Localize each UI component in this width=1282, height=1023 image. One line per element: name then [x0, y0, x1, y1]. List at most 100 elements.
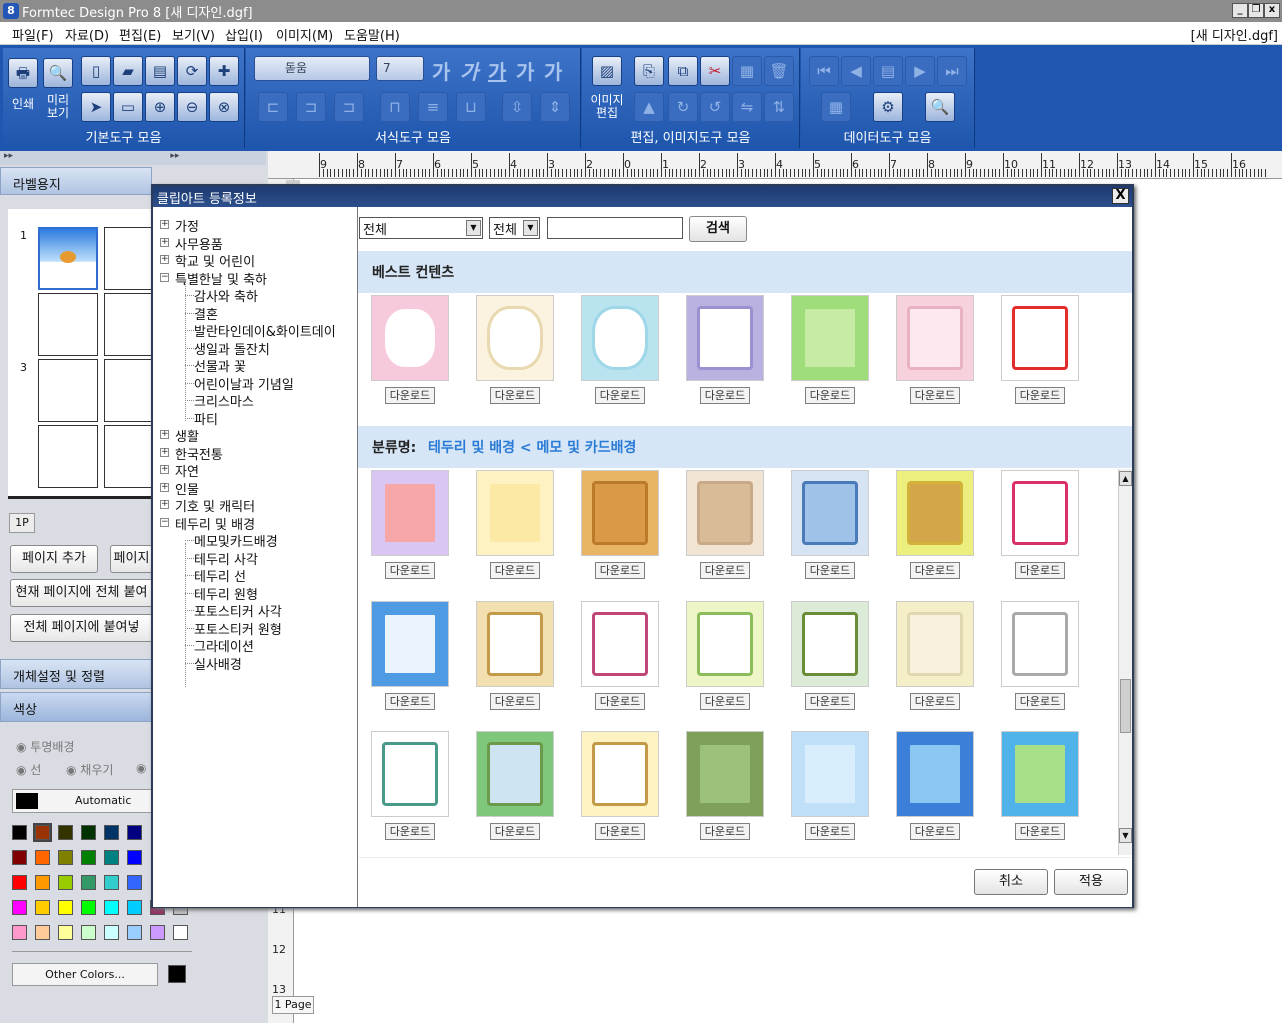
rotate-left-icon[interactable]: ↺ — [700, 92, 730, 122]
clipart-thumbnail[interactable] — [896, 295, 974, 381]
color-swatch[interactable] — [173, 925, 188, 940]
expand-icon[interactable]: + — [160, 482, 169, 492]
download-button[interactable]: 다운로드 — [595, 562, 645, 579]
delete-icon[interactable]: 🗑 — [764, 56, 794, 86]
download-button[interactable]: 다운로드 — [385, 693, 435, 710]
clipart-thumbnail[interactable] — [791, 731, 869, 817]
zoom-in-icon[interactable]: ⊕ — [145, 92, 175, 122]
page-tab-1[interactable]: 1P — [9, 513, 35, 533]
download-button[interactable]: 다운로드 — [385, 387, 435, 404]
clipart-thumbnail[interactable] — [791, 295, 869, 381]
expand-icon[interactable]: + — [160, 500, 169, 509]
cut-icon[interactable]: ✂ — [700, 56, 730, 86]
clipart-thumbnail[interactable] — [371, 295, 449, 381]
label-cell-selected[interactable] — [38, 227, 98, 290]
tree-subcategory[interactable]: 그라데이션 — [194, 636, 254, 655]
expand-icon[interactable]: + — [160, 255, 169, 264]
label-cell[interactable] — [38, 293, 98, 356]
download-button[interactable]: 다운로드 — [805, 693, 855, 710]
color-swatch[interactable] — [35, 850, 50, 865]
download-button[interactable]: 다운로드 — [1015, 562, 1065, 579]
zoom-fit-icon[interactable]: ⊗ — [209, 92, 239, 122]
paste-all-pages-button[interactable]: 전체 페이지에 붙여넣 — [10, 614, 152, 642]
clipart-thumbnail[interactable] — [1001, 295, 1079, 381]
align-middle-icon[interactable]: ≡ — [418, 92, 448, 122]
clipart-thumbnail[interactable] — [476, 731, 554, 817]
color-swatch[interactable] — [104, 825, 119, 840]
tree-category[interactable]: 테두리 및 배경 — [175, 514, 255, 533]
close-button[interactable]: x — [1264, 3, 1280, 18]
download-button[interactable]: 다운로드 — [385, 823, 435, 840]
clipart-thumbnail[interactable] — [791, 601, 869, 687]
clipart-thumbnail[interactable] — [476, 295, 554, 381]
expand-icon[interactable]: + — [160, 237, 169, 247]
download-button[interactable]: 다운로드 — [595, 823, 645, 840]
download-button[interactable]: 다운로드 — [1015, 823, 1065, 840]
object-settings-header[interactable]: 개체설정 및 정렬 — [0, 659, 152, 689]
clipart-thumbnail[interactable] — [686, 470, 764, 556]
download-button[interactable]: 다운로드 — [805, 387, 855, 404]
menu-view[interactable]: 보기(V) — [172, 25, 215, 44]
outline-icon[interactable]: 가 — [544, 56, 562, 85]
clipart-thumbnail[interactable] — [1001, 470, 1079, 556]
clipart-thumbnail[interactable] — [896, 470, 974, 556]
zoom-out-icon[interactable]: ⊖ — [177, 92, 207, 122]
scroll-thumb[interactable] — [1120, 679, 1131, 733]
cancel-button[interactable]: 취소 — [974, 869, 1048, 895]
refresh-icon[interactable]: ⟳ — [177, 56, 207, 86]
clipart-thumbnail[interactable] — [686, 601, 764, 687]
color-swatch[interactable] — [12, 900, 27, 915]
page-tab-bottom[interactable]: 1 Page — [272, 996, 314, 1014]
insert-file-icon[interactable]: ✚ — [209, 56, 239, 86]
menu-help[interactable]: 도움말(H) — [344, 25, 400, 44]
tree-category[interactable]: 기호 및 캐릭터 — [175, 496, 255, 515]
clipart-thumbnail[interactable] — [581, 295, 659, 381]
tree-subcategory[interactable]: 파티 — [194, 409, 218, 428]
font-name-select[interactable]: 돋움 — [254, 56, 370, 81]
clipart-thumbnail[interactable] — [371, 731, 449, 817]
data-prev-icon[interactable]: ◀ — [841, 56, 871, 86]
menu-insert[interactable]: 삽입(I) — [225, 25, 263, 44]
data-first-icon[interactable]: ⏮ — [809, 56, 839, 86]
tree-subcategory[interactable]: 테두리 사각 — [194, 549, 258, 568]
download-button[interactable]: 다운로드 — [490, 387, 540, 404]
tree-category[interactable]: 가정 — [175, 216, 199, 235]
tree-category[interactable]: 한국전통 — [175, 444, 223, 463]
download-button[interactable]: 다운로드 — [910, 823, 960, 840]
download-button[interactable]: 다운로드 — [700, 823, 750, 840]
automatic-color-button[interactable]: Automatic — [12, 789, 152, 813]
color-swatch[interactable] — [58, 900, 73, 915]
minimize-button[interactable]: _ — [1232, 3, 1248, 18]
download-button[interactable]: 다운로드 — [490, 823, 540, 840]
expand-icon[interactable]: + — [160, 465, 169, 474]
page-button-2[interactable]: 페이지 — [110, 545, 152, 573]
flip-horizontal-icon[interactable]: ⇋ — [732, 92, 762, 122]
color-header[interactable]: 색상 — [0, 692, 152, 722]
menu-edit[interactable]: 편집(E) — [119, 25, 161, 44]
color-swatch[interactable] — [127, 875, 142, 890]
tree-subcategory[interactable]: 테두리 원형 — [194, 584, 258, 603]
collapse-icon[interactable]: − — [160, 517, 169, 527]
download-button[interactable]: 다운로드 — [595, 693, 645, 710]
color-swatch[interactable] — [81, 850, 96, 865]
tree-subcategory[interactable]: 크리스마스 — [194, 391, 254, 410]
flip-vertical-icon[interactable]: ⇅ — [764, 92, 794, 122]
tree-subcategory[interactable]: 감사와 축하 — [194, 286, 258, 305]
color-swatch[interactable] — [12, 850, 27, 865]
paste-current-page-button[interactable]: 현재 페이지에 전체 붙여 — [10, 579, 152, 607]
tree-subcategory[interactable]: 포토스티커 원형 — [194, 619, 282, 638]
color-swatch[interactable] — [33, 823, 52, 842]
tree-subcategory[interactable]: 포토스티커 사각 — [194, 601, 282, 620]
expand-icon[interactable]: + — [160, 220, 169, 229]
tree-subcategory[interactable]: 테두리 선 — [194, 566, 246, 585]
expand-icon[interactable]: + — [160, 430, 169, 439]
clipart-thumbnail[interactable] — [581, 731, 659, 817]
color-swatch[interactable] — [58, 850, 73, 865]
tree-category[interactable]: 인물 — [175, 479, 199, 498]
radio-fill[interactable]: ◉ 채우기 — [66, 761, 113, 778]
color-swatch[interactable] — [127, 850, 142, 865]
color-swatch[interactable] — [150, 925, 165, 940]
tree-category[interactable]: 사무용품 — [175, 234, 223, 253]
color-swatch[interactable] — [104, 925, 119, 940]
download-button[interactable]: 다운로드 — [490, 693, 540, 710]
